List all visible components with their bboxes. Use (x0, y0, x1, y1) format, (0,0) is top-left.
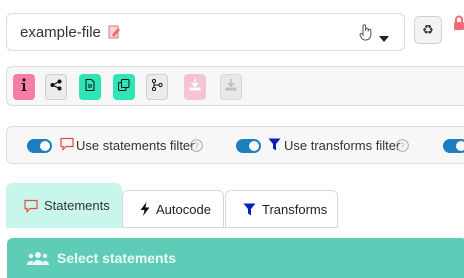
svg-text:?: ? (400, 142, 405, 151)
file-name: example-file (20, 23, 101, 41)
share-button[interactable] (45, 74, 67, 100)
tab-statements[interactable]: Statements (6, 183, 122, 228)
document-button[interactable] (79, 74, 101, 100)
filter-bar: Use statements filter ? Use transforms f… (6, 126, 464, 164)
help-icon[interactable]: ? (396, 139, 409, 157)
transforms-filter-label: Use transforms filter (284, 138, 401, 153)
select-statements-panel: Select statements (7, 238, 464, 278)
funnel-icon (268, 138, 281, 156)
help-icon[interactable]: ? (190, 139, 203, 157)
statements-filter-toggle[interactable] (27, 139, 52, 153)
svg-text:?: ? (194, 142, 199, 151)
lock-icon[interactable] (453, 15, 464, 36)
branch-button[interactable] (146, 74, 168, 100)
edit-icon[interactable] (107, 25, 121, 39)
share-icon (50, 78, 62, 96)
download-disabled-button[interactable] (220, 74, 242, 100)
hand-cursor-icon (359, 23, 373, 46)
users-icon (27, 251, 49, 265)
download-icon (189, 78, 201, 96)
third-filter-toggle[interactable] (443, 139, 464, 153)
file-select[interactable]: example-file (6, 13, 405, 51)
copy-icon (118, 78, 130, 96)
bolt-icon (140, 202, 150, 216)
branch-icon (151, 78, 163, 96)
tab-transforms-label: Transforms (262, 201, 328, 217)
tab-transforms[interactable]: Transforms (225, 190, 338, 228)
comment-icon (60, 137, 74, 156)
comment-icon (24, 199, 38, 213)
recycle-button[interactable]: ♻ (414, 16, 442, 44)
download-icon (225, 78, 237, 96)
recycle-icon: ♻ (422, 22, 434, 37)
document-icon (85, 78, 95, 96)
copy-button[interactable] (113, 74, 135, 100)
download-button[interactable] (184, 74, 206, 100)
statements-filter-label: Use statements filter (76, 138, 195, 153)
panel-title: Select statements (57, 250, 177, 266)
tab-autocode-label: Autocode (156, 201, 211, 217)
funnel-icon (243, 203, 256, 216)
transforms-filter-toggle[interactable] (236, 139, 261, 153)
caret-down-icon[interactable] (379, 29, 389, 47)
tab-statements-label: Statements (44, 198, 110, 213)
action-toolbar (6, 66, 464, 106)
tab-autocode[interactable]: Autocode (122, 190, 224, 228)
info-button[interactable] (13, 74, 35, 100)
info-icon (20, 78, 28, 97)
